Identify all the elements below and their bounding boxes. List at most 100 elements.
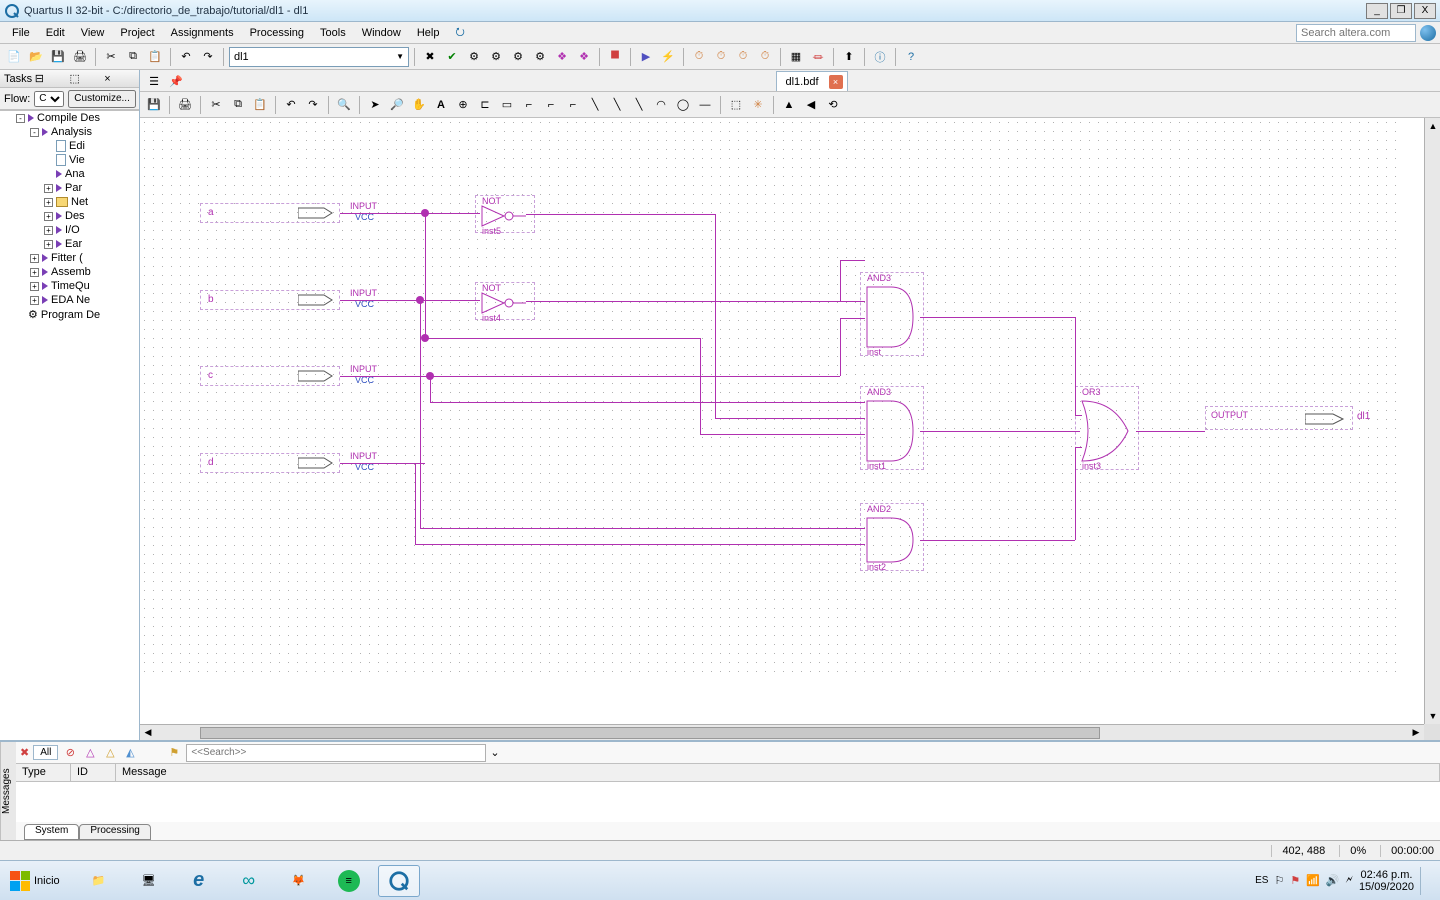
scroll-down-icon[interactable]: ▼ (1425, 708, 1440, 724)
save-icon[interactable]: 💾 (48, 47, 68, 67)
scroll-right-icon[interactable]: ▶ (1408, 725, 1424, 741)
scroll-left-icon[interactable]: ◀ (140, 725, 156, 741)
gear-icon[interactable]: ⚙ (464, 47, 484, 67)
project-combo[interactable]: dl1▼ (229, 47, 409, 67)
horizontal-scrollbar[interactable]: ◀ ▶ (140, 724, 1424, 740)
tasks-float-icon[interactable]: ⬚ (70, 72, 101, 85)
tree-twisty-icon[interactable]: + (44, 184, 53, 193)
ed-save-icon[interactable]: 💾 (144, 95, 164, 115)
tree-item[interactable]: +Par (12, 181, 139, 195)
tray-volume-icon[interactable]: 🔊 (1326, 874, 1340, 887)
ed-ortho-icon[interactable]: ⌐ (519, 95, 539, 115)
msg-info-icon[interactable]: ◭ (122, 745, 138, 761)
tree-item[interactable]: ⚙Program De (12, 307, 139, 322)
menu-view[interactable]: View (73, 25, 113, 41)
flow-select[interactable]: C (34, 91, 64, 107)
ed-copy-icon[interactable]: ⧉ (228, 95, 248, 115)
paste-icon[interactable]: 📋 (145, 47, 165, 67)
feedback-icon[interactable]: ⭮ (447, 21, 472, 44)
tree-item[interactable]: -Analysis (12, 125, 139, 139)
tree-item[interactable]: Ana (12, 167, 139, 181)
tree-item[interactable]: +Net (12, 195, 139, 209)
msg-flag-icon[interactable]: ⚑ (166, 745, 182, 761)
tool2-icon[interactable]: ❖ (574, 47, 594, 67)
menu-tools[interactable]: Tools (312, 25, 354, 41)
tree-item[interactable]: +Fitter ( (12, 251, 139, 265)
tray-lang[interactable]: ES (1255, 875, 1268, 886)
globe-icon[interactable] (1420, 25, 1436, 41)
ed-diag2-icon[interactable]: ╲ (607, 95, 627, 115)
msg-col-type[interactable]: Type (16, 764, 71, 781)
arduino-icon[interactable]: ∞ (228, 865, 270, 897)
menu-project[interactable]: Project (112, 25, 162, 41)
ed-ortho3-icon[interactable]: ⌐ (563, 95, 583, 115)
ed-undo-icon[interactable]: ↶ (281, 95, 301, 115)
tray-network-icon[interactable]: 📶 (1306, 874, 1320, 887)
close-button[interactable]: X (1414, 3, 1436, 19)
timer1-icon[interactable]: ⏱ (689, 47, 709, 67)
timer3-icon[interactable]: ⏱ (733, 47, 753, 67)
ed-redo-icon[interactable]: ↷ (303, 95, 323, 115)
gear2-icon[interactable]: ⚙ (486, 47, 506, 67)
ed-find-icon[interactable]: 🔍 (334, 95, 354, 115)
ed-rotate-icon[interactable]: ◀ (801, 95, 821, 115)
menu-edit[interactable]: Edit (38, 25, 73, 41)
scroll-up-icon[interactable]: ▲ (1425, 118, 1440, 134)
vertical-scrollbar[interactable]: ▲ ▼ (1424, 118, 1440, 724)
tree-twisty-icon[interactable]: + (44, 198, 53, 207)
open-icon[interactable]: 📂 (26, 47, 46, 67)
tree-item[interactable]: -Compile Des (12, 111, 139, 125)
ed-oval-icon[interactable]: ◯ (673, 95, 693, 115)
ed-pointer-icon[interactable]: ➤ (365, 95, 385, 115)
schematic-canvas[interactable]: aINPUTVCCbINPUTVCCcINPUTVCCdINPUTVCCNOTi… (140, 118, 1400, 678)
ed-rubber-icon[interactable]: ⬚ (726, 95, 746, 115)
tree-twisty-icon[interactable]: + (30, 282, 39, 291)
help-icon[interactable]: ? (901, 47, 921, 67)
tray-clock[interactable]: 02:46 p.m. 15/09/2020 (1359, 869, 1414, 893)
chip-icon[interactable]: ▦ (786, 47, 806, 67)
tree-item[interactable]: +EDA Ne (12, 293, 139, 307)
tree-twisty-icon[interactable]: + (30, 296, 39, 305)
msg-critical-icon[interactable]: △ (82, 745, 98, 761)
ed-diag3-icon[interactable]: ╲ (629, 95, 649, 115)
tree-twisty-icon[interactable] (16, 310, 25, 319)
ed-zoom-icon[interactable]: 🔎 (387, 95, 407, 115)
tree-twisty-icon[interactable]: - (16, 114, 25, 123)
tree-twisty-icon[interactable]: + (30, 254, 39, 263)
new-file-icon[interactable]: 📄 (4, 47, 24, 67)
tree-twisty-icon[interactable] (44, 170, 53, 179)
check-icon[interactable]: ✔ (442, 47, 462, 67)
maximize-button[interactable]: ❐ (1390, 3, 1412, 19)
customize-button[interactable]: Customize... (68, 90, 136, 108)
tree-twisty-icon[interactable]: + (44, 226, 53, 235)
tree-item[interactable]: +Ear (12, 237, 139, 251)
msg-warning-icon[interactable]: △ (102, 745, 118, 761)
stop-icon[interactable]: ⯀ (605, 47, 625, 67)
play-icon[interactable]: ▶ (636, 47, 656, 67)
ed-rect-icon[interactable]: ▭ (497, 95, 517, 115)
cut-icon[interactable]: ✂ (101, 47, 121, 67)
ed-paste-icon[interactable]: 📋 (250, 95, 270, 115)
ed-line-icon[interactable]: ― (695, 95, 715, 115)
menu-processing[interactable]: Processing (242, 25, 312, 41)
copy-icon[interactable]: ⧉ (123, 47, 143, 67)
gear4-icon[interactable]: ⚙ (530, 47, 550, 67)
tray-flag-icon[interactable]: ⚐ (1274, 874, 1284, 887)
settings-icon[interactable]: ✖ (420, 47, 440, 67)
quartus-task-icon[interactable] (378, 865, 420, 897)
msg-search-input[interactable] (186, 744, 486, 762)
tray-action-icon[interactable]: ⚑ (1290, 874, 1300, 887)
info-icon[interactable]: ⓘ (870, 47, 890, 67)
tree-item[interactable]: Edi (12, 139, 139, 153)
start-button[interactable]: Inicio (6, 866, 70, 896)
ed-rotate2-icon[interactable]: ⟲ (823, 95, 843, 115)
tree-twisty-icon[interactable] (44, 156, 53, 165)
msg-tab-processing[interactable]: Processing (79, 824, 150, 840)
ed-hand-icon[interactable]: ✋ (409, 95, 429, 115)
timer2-icon[interactable]: ⏱ (711, 47, 731, 67)
tool-icon[interactable]: ❖ (552, 47, 572, 67)
tree-twisty-icon[interactable]: + (44, 212, 53, 221)
ed-ortho2-icon[interactable]: ⌐ (541, 95, 561, 115)
desktop-icon[interactable]: 🖥 (128, 865, 170, 897)
tasks-pin-icon[interactable]: ⊟ (35, 72, 66, 85)
